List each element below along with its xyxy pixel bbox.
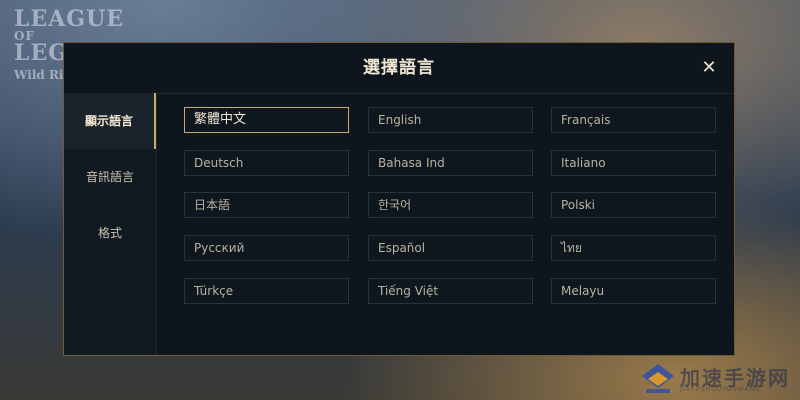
sidebar-item-label: 顯示語言 xyxy=(84,114,133,128)
logo-line-1: LEAGUE xyxy=(14,6,125,32)
watermark-logo-icon xyxy=(642,364,674,393)
language-option-turkish[interactable]: Türkçe xyxy=(184,278,349,304)
dialog-title: 選擇語言 xyxy=(363,58,435,78)
language-option-korean[interactable]: 한국어 xyxy=(368,192,533,218)
language-option-vietnamese[interactable]: Tiếng Việt xyxy=(368,278,533,304)
site-watermark: 加速手游网 JIASUSHOUYOUWANG xyxy=(640,360,800,400)
sidebar-item-format[interactable]: 格式 xyxy=(64,205,156,261)
close-icon[interactable]: ✕ xyxy=(698,57,720,79)
language-option-russian[interactable]: Русский xyxy=(184,235,349,261)
watermark-subtext: JIASUSHOUYOUWANG xyxy=(680,386,761,393)
language-dialog: 選擇語言 ✕ 顯示語言 音訊語言 格式 繁體中文 English Françai… xyxy=(63,42,735,356)
dialog-header: 選擇語言 ✕ xyxy=(64,43,734,94)
language-option-bahasa-indonesia[interactable]: Bahasa Ind xyxy=(368,150,533,176)
language-option-thai[interactable]: ไทย xyxy=(551,235,716,261)
sidebar-item-display-language[interactable]: 顯示語言 xyxy=(64,93,156,149)
language-option-spanish[interactable]: Español xyxy=(368,235,533,261)
language-option-malay[interactable]: Melayu xyxy=(551,278,716,304)
settings-sidebar: 顯示語言 音訊語言 格式 xyxy=(64,93,157,355)
language-option-french[interactable]: Français xyxy=(551,107,716,133)
language-option-german[interactable]: Deutsch xyxy=(184,150,349,176)
language-option-italian[interactable]: Italiano xyxy=(551,150,716,176)
sidebar-item-label: 音訊語言 xyxy=(85,170,134,184)
sidebar-item-label: 格式 xyxy=(97,226,122,240)
language-option-english[interactable]: English xyxy=(368,107,533,133)
language-option-polish[interactable]: Polski xyxy=(551,192,716,218)
sidebar-item-audio-language[interactable]: 音訊語言 xyxy=(64,149,156,205)
language-option-japanese[interactable]: 日本語 xyxy=(184,192,349,218)
language-option-traditional-chinese[interactable]: 繁體中文 xyxy=(184,107,349,133)
